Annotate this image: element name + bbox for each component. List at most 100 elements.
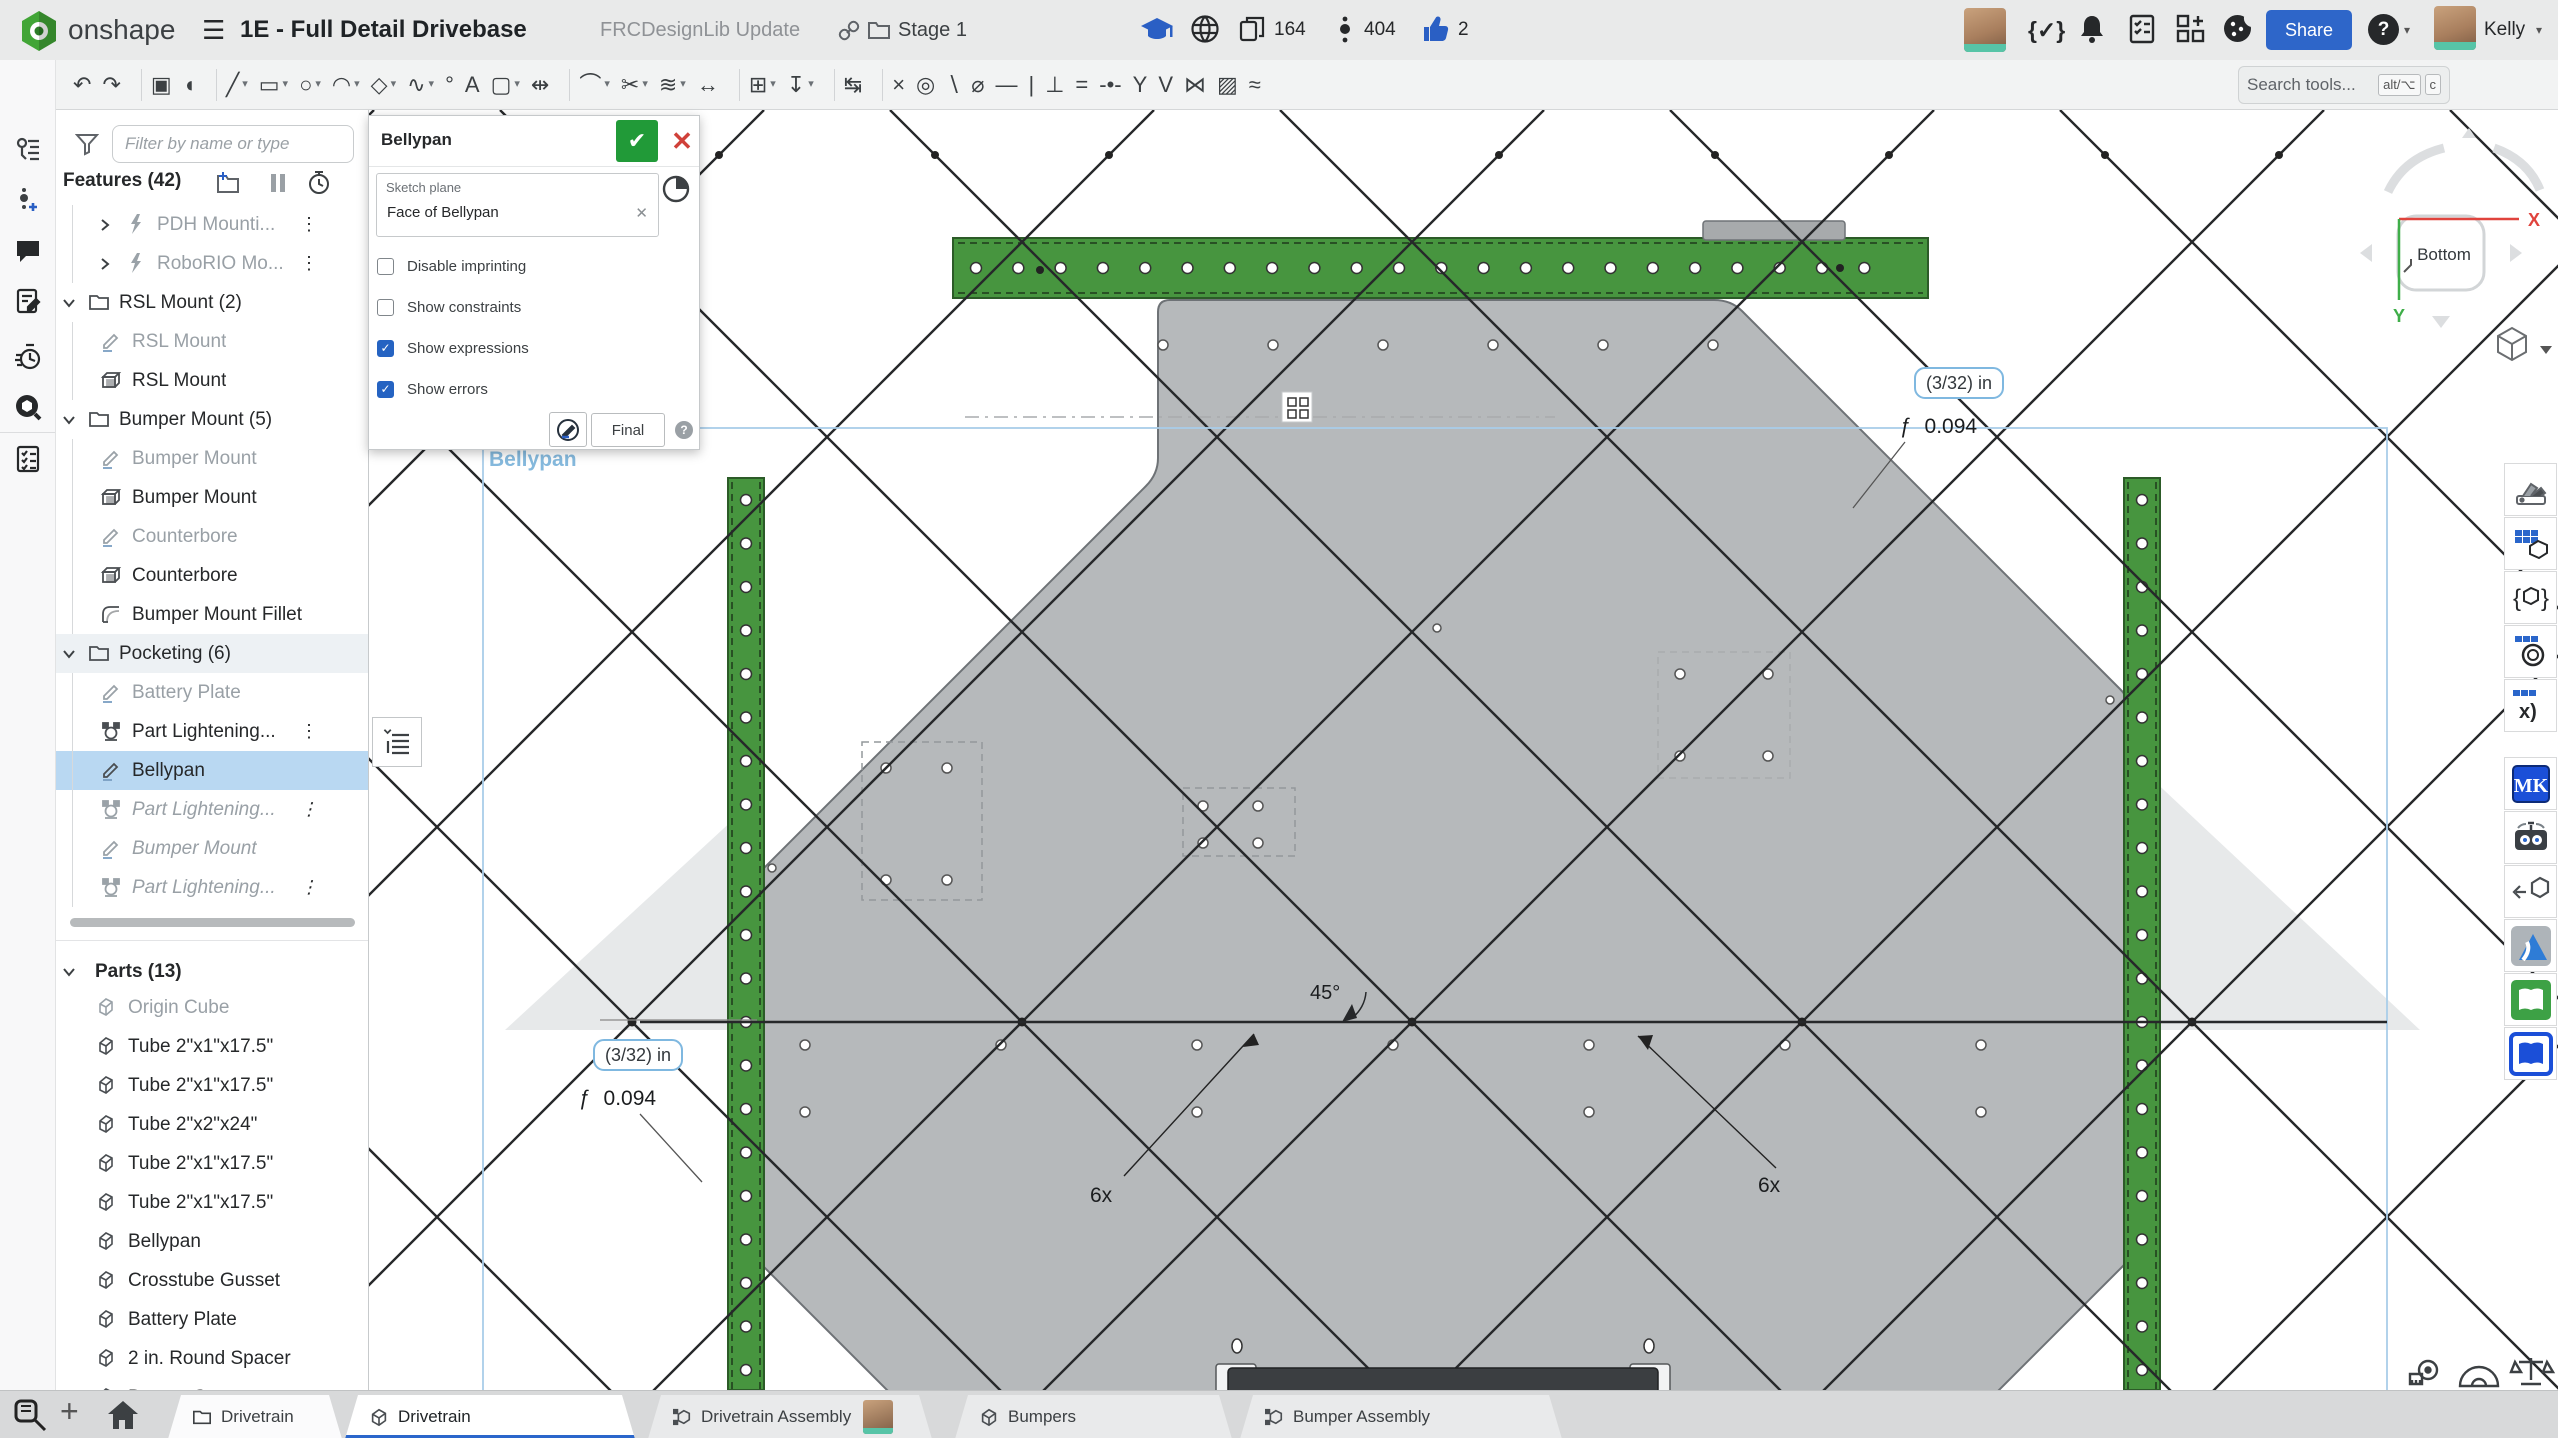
trim-tool-icon[interactable]: ✂▾ [621, 74, 648, 96]
custom-table-app-icon[interactable] [2504, 517, 2557, 570]
release-tasks-icon[interactable] [2128, 14, 2156, 44]
part-item-origin-cube[interactable]: Origin Cube [55, 988, 368, 1027]
mk-tool-app-icon[interactable]: MK [2504, 757, 2557, 810]
expand-icon[interactable] [98, 257, 112, 271]
dialog-cancel-button[interactable]: ✕ [665, 120, 699, 162]
view-cube-label[interactable]: Bottom [2417, 245, 2471, 264]
feature-menu-icon[interactable]: ⋮ [300, 799, 316, 820]
dimension-tool-icon[interactable]: ↔ [697, 74, 719, 96]
horizontal-tool-icon[interactable]: — [996, 74, 1018, 96]
feature-item-bumper-mount[interactable]: Bumper Mount [55, 829, 368, 868]
import-dxf-tool-icon[interactable]: ↧▾ [787, 74, 814, 96]
checkbox-show-errors[interactable]: ✓Show errors [377, 378, 488, 400]
share-button[interactable]: Share [2266, 10, 2352, 50]
transform-tool-icon[interactable]: ↹ [844, 74, 862, 96]
help-button[interactable]: ? [2368, 14, 2399, 45]
workspace-name[interactable]: Stage 1 [898, 0, 967, 60]
bom-icon[interactable] [14, 445, 42, 473]
sketch-name-label[interactable]: Bellypan [489, 448, 577, 471]
feature-item-roborio-mo[interactable]: RoboRIO Mo...⋮ [55, 244, 368, 283]
dialog-title[interactable]: Bellypan [381, 130, 452, 150]
robot-tool-app-icon[interactable] [2504, 811, 2557, 864]
tab-bumpers[interactable]: Bumpers [955, 1395, 1232, 1438]
revolve-tool-icon[interactable]: ◖ [183, 74, 196, 96]
mirror-tool-icon[interactable]: ⇹ [531, 74, 549, 96]
perpendicular-tool-icon[interactable]: ⊥ [1045, 74, 1064, 96]
fillet-tool-icon[interactable]: ⌒▾ [579, 74, 610, 96]
copies-icon[interactable] [1238, 15, 1266, 43]
checkbox-disable-imprinting[interactable]: Disable imprinting [377, 255, 526, 277]
feature-item-bellypan[interactable]: Bellypan [55, 751, 368, 790]
feature-menu-icon[interactable]: ⋮ [300, 253, 316, 274]
offset-tool-icon[interactable]: ≋▾ [659, 74, 686, 96]
line-tool-icon[interactable]: ╱▾ [226, 74, 248, 96]
featurescript-app-icon[interactable]: {} [2504, 571, 2557, 624]
suspend-rollback-icon[interactable] [265, 170, 291, 196]
new-tab-button[interactable]: + [60, 1393, 79, 1430]
checkbox-box[interactable] [377, 258, 394, 275]
undo-tool-icon[interactable]: ↶ [73, 74, 91, 96]
docs-blue-app-icon[interactable] [2504, 1027, 2557, 1080]
part-item-battery-plate[interactable]: Battery Plate [55, 1300, 368, 1339]
view-options-cube-icon[interactable] [2498, 328, 2552, 360]
expand-icon[interactable] [98, 218, 112, 232]
equal-tool-icon[interactable]: = [1075, 74, 1088, 96]
pattern-marker-icon[interactable] [1282, 392, 1312, 422]
sketch-list-toggle-button[interactable] [372, 717, 422, 767]
dialog-help-icon[interactable]: ? [675, 421, 693, 439]
history-icon[interactable] [14, 343, 42, 371]
fs-export-app-icon[interactable]: x) [2504, 679, 2557, 732]
feature-item-battery-plate[interactable]: Battery Plate [55, 673, 368, 712]
document-title[interactable]: 1E - Full Detail Drivebase [240, 0, 527, 60]
spline-tool-icon[interactable]: ∿▾ [407, 74, 434, 96]
feature-item-pocketing-6[interactable]: Pocketing (6) [55, 634, 368, 673]
bellypan-plate[interactable] [748, 300, 2132, 1438]
peak-tool-app-icon[interactable] [2504, 919, 2557, 972]
curvature-tool-icon[interactable]: V [1158, 74, 1173, 96]
user-avatar[interactable] [2434, 6, 2476, 50]
tree-horizontal-scrollbar[interactable] [70, 918, 355, 927]
sketch-text-tool-icon[interactable]: A [465, 74, 480, 96]
part-item-bellypan[interactable]: Bellypan [55, 1222, 368, 1261]
normal-tool-icon[interactable]: Y [1133, 74, 1148, 96]
slot-tool-icon[interactable]: ▢▾ [491, 74, 520, 96]
part-item-battery-st[interactable]: Battery St [55, 1378, 368, 1390]
protractor-icon[interactable] [2460, 1367, 2498, 1386]
part-item-tube-2-x2-x24[interactable]: Tube 2"x2"x24" [55, 1105, 368, 1144]
expand-icon[interactable] [62, 413, 76, 427]
new-folder-icon[interactable] [215, 170, 241, 196]
feature-item-rsl-mount[interactable]: RSL Mount [55, 322, 368, 361]
parallel-tool-icon[interactable]: ∖ [946, 74, 960, 96]
dialog-confirm-button[interactable]: ✔ [616, 120, 658, 162]
smooth-tool-icon[interactable]: ≈ [1249, 74, 1261, 96]
checkbox-show-constraints[interactable]: Show constraints [377, 296, 521, 318]
versions-count-icon[interactable] [1338, 13, 1352, 47]
apps-cookie-icon[interactable] [2222, 13, 2253, 44]
tab-drivetrain-assembly[interactable]: Drivetrain Assembly [648, 1395, 932, 1438]
featurescript-icon[interactable]: {✓} [2028, 0, 2065, 60]
extrude-tool-icon[interactable]: ▣ [151, 74, 172, 96]
final-button[interactable]: Final [591, 413, 665, 447]
part-item-tube-2-x1-x17-5[interactable]: Tube 2"x1"x17.5" [55, 1066, 368, 1105]
edit-sketch-button[interactable] [549, 412, 587, 447]
notifications-bell-icon[interactable] [2078, 14, 2106, 44]
fix-tool-icon[interactable]: ▨ [1217, 74, 1238, 96]
concentric-tool-icon[interactable]: ◎ [916, 74, 935, 96]
search-in-model-icon[interactable] [14, 393, 42, 421]
docs-green-app-icon[interactable] [2504, 973, 2557, 1026]
feature-item-bumper-mount-5[interactable]: Bumper Mount (5) [55, 400, 368, 439]
breadcrumb-folder-tab[interactable]: Drivetrain [168, 1395, 342, 1438]
polygon-tool-icon[interactable]: ◇▾ [371, 74, 396, 96]
checkbox-show-expressions[interactable]: ✓Show expressions [377, 337, 529, 359]
parts-header-row[interactable]: Parts (13) [55, 952, 368, 991]
feature-item-counterbore[interactable]: Counterbore [55, 517, 368, 556]
home-icon[interactable] [106, 1399, 140, 1431]
thumbs-up-icon[interactable] [1420, 14, 1450, 44]
appearance-app-icon[interactable] [2504, 463, 2557, 516]
symmetric-tool-icon[interactable]: ⋈ [1184, 74, 1206, 96]
part-item-tube-2-x1-x17-5[interactable]: Tube 2"x1"x17.5" [55, 1027, 368, 1066]
user-name[interactable]: Kelly [2484, 0, 2525, 60]
frames-export-app-icon[interactable] [2504, 865, 2557, 918]
collaborator-avatar[interactable] [1964, 8, 2006, 52]
sketch-plane-field[interactable]: Sketch plane Face of Bellypan ✕ [376, 173, 659, 237]
